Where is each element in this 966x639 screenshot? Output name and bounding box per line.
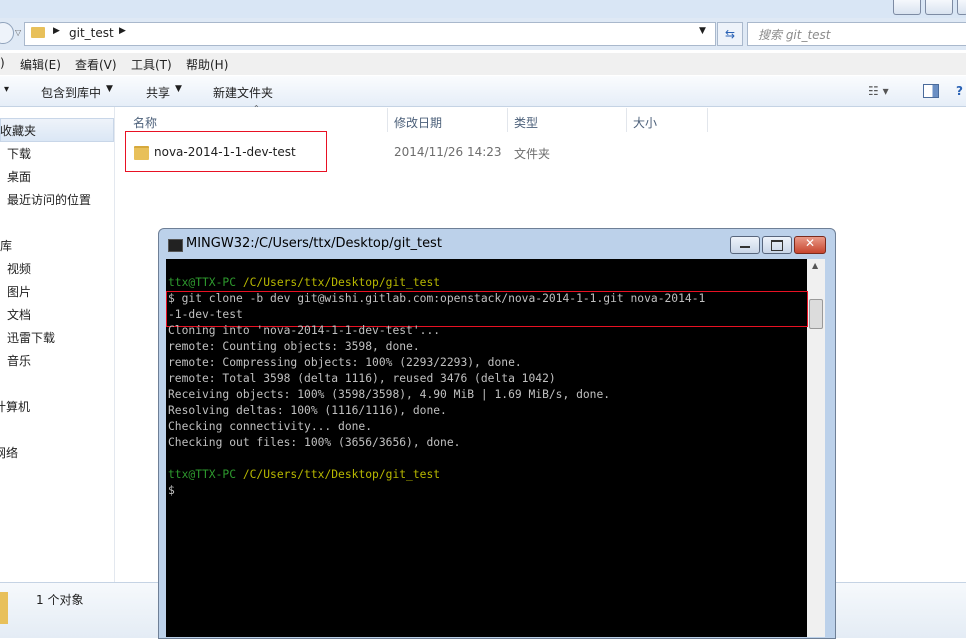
nav-item-recent[interactable]: 最近访问的位置 xyxy=(7,191,91,208)
terminal-command-line: -1-dev-test xyxy=(168,308,243,321)
terminal-close-button[interactable]: ✕ xyxy=(794,236,826,254)
minimize-button[interactable] xyxy=(893,0,921,15)
refresh-button[interactable]: ⇆ xyxy=(717,22,743,46)
command-bar xyxy=(0,76,966,107)
search-placeholder: 搜索 git_test xyxy=(758,28,831,42)
terminal-output-line: Cloning into 'nova-2014-1-1-dev-test'... xyxy=(168,324,441,337)
share-button[interactable]: 共享 xyxy=(146,84,170,101)
explorer-title-bar xyxy=(0,0,966,18)
status-item-count: 1 个对象 xyxy=(36,593,84,607)
prompt-path: /C/Users/ttx/Desktop/git_test xyxy=(242,276,441,289)
terminal-output-line: Receiving objects: 100% (3598/3598), 4.9… xyxy=(168,388,611,401)
view-options-icon[interactable]: ☷ ▾ xyxy=(868,84,889,98)
terminal-output-line: Checking connectivity... done. xyxy=(168,420,373,433)
column-header-type[interactable]: 类型 xyxy=(514,114,538,131)
nav-item-documents[interactable]: 文档 xyxy=(7,306,31,323)
terminal-input-line[interactable]: $ xyxy=(168,483,175,499)
file-modified: 2014/11/26 14:23 xyxy=(394,145,502,159)
terminal-app-icon xyxy=(168,239,183,252)
terminal-command-line: $ git clone -b dev git@wishi.gitlab.com:… xyxy=(168,292,706,305)
nav-item-desktop[interactable]: 桌面 xyxy=(7,168,31,185)
terminal-minimize-button[interactable] xyxy=(730,236,760,254)
column-header-name[interactable]: 名称 xyxy=(133,114,157,131)
terminal-scrollbar[interactable]: ▲ xyxy=(807,259,825,637)
nav-libraries[interactable]: 库 xyxy=(0,237,12,254)
help-icon[interactable]: ? xyxy=(956,84,963,98)
organize-dropdown-icon[interactable]: ▾ xyxy=(4,84,9,95)
terminal-maximize-button[interactable] xyxy=(762,236,792,254)
file-name[interactable]: nova-2014-1-1-dev-test xyxy=(154,145,296,159)
breadcrumb-arrow-icon: ▶ xyxy=(119,26,126,36)
new-folder-button[interactable]: 新建文件夹 xyxy=(213,84,273,101)
terminal-output-line: Resolving deltas: 100% (1116/1116), done… xyxy=(168,404,447,417)
column-header-size[interactable]: 大小 xyxy=(633,114,657,131)
nav-item-thunder-downloads[interactable]: 迅雷下载 xyxy=(7,329,55,346)
column-divider xyxy=(626,108,627,132)
preview-pane-icon[interactable] xyxy=(923,84,939,98)
nav-favorites[interactable]: 收藏夹 xyxy=(0,122,36,139)
nav-item-music[interactable]: 音乐 xyxy=(7,352,31,369)
nav-computer[interactable]: 计算机 xyxy=(0,398,30,415)
menu-edit[interactable]: 编辑(E) xyxy=(20,56,61,73)
scroll-up-icon[interactable]: ▲ xyxy=(812,261,818,270)
close-icon: ✕ xyxy=(805,236,816,250)
nav-item-downloads[interactable]: 下载 xyxy=(7,145,31,162)
search-input[interactable]: 搜索 git_test xyxy=(747,22,966,46)
maximize-icon xyxy=(771,240,783,251)
recent-pages-chevron-icon[interactable]: ▽ xyxy=(15,28,21,37)
status-folder-icon xyxy=(0,592,8,624)
terminal-prompt-line: ttx@TTX-PC /C/Users/ttx/Desktop/git_test xyxy=(168,467,440,483)
folder-icon xyxy=(134,146,149,160)
breadcrumb-arrow-icon: ▶ xyxy=(53,26,60,36)
maximize-button[interactable] xyxy=(925,0,953,15)
menu-file-partial[interactable]: ) xyxy=(0,56,5,70)
menu-view[interactable]: 查看(V) xyxy=(75,56,117,73)
nav-item-pictures[interactable]: 图片 xyxy=(7,283,31,300)
terminal-output-line: remote: Counting objects: 3598, done. xyxy=(168,340,420,353)
column-divider xyxy=(707,108,708,132)
prompt-user: ttx@TTX-PC xyxy=(168,468,237,481)
address-bar[interactable]: ▶ git_test ▶ ▼ xyxy=(24,22,716,46)
breadcrumb-git-test[interactable]: git_test xyxy=(69,26,114,40)
terminal-title: MINGW32:/C/Users/ttx/Desktop/git_test xyxy=(186,236,442,251)
include-in-library-button[interactable]: 包含到库中 xyxy=(41,84,101,101)
column-divider xyxy=(507,108,508,132)
minimize-icon xyxy=(740,246,750,248)
address-dropdown-icon[interactable]: ▼ xyxy=(699,26,706,36)
terminal-prompt-line: ttx@TTX-PC /C/Users/ttx/Desktop/git_test xyxy=(168,275,440,291)
nav-item-videos[interactable]: 视频 xyxy=(7,260,31,277)
sort-indicator-icon: ⌃ xyxy=(253,104,260,113)
scrollbar-thumb[interactable] xyxy=(809,299,823,329)
terminal-output-line: Checking out files: 100% (3656/3656), do… xyxy=(168,436,461,449)
nav-network[interactable]: 网络 xyxy=(0,444,18,461)
menu-tools[interactable]: 工具(T) xyxy=(131,56,172,73)
include-in-library-chevron-icon: ▼ xyxy=(106,84,113,94)
prompt-path: /C/Users/ttx/Desktop/git_test xyxy=(242,468,441,481)
menu-help[interactable]: 帮助(H) xyxy=(186,56,228,73)
prompt-user: ttx@TTX-PC xyxy=(168,276,237,289)
share-chevron-icon: ▼ xyxy=(175,84,182,94)
terminal-output-line: remote: Total 3598 (delta 1116), reused … xyxy=(168,372,556,385)
terminal-output-line: remote: Compressing objects: 100% (2293/… xyxy=(168,356,522,369)
file-type: 文件夹 xyxy=(514,147,551,161)
column-header-modified[interactable]: 修改日期 xyxy=(394,114,442,131)
folder-icon xyxy=(31,27,45,38)
column-divider xyxy=(387,108,388,132)
close-button[interactable] xyxy=(957,0,966,15)
